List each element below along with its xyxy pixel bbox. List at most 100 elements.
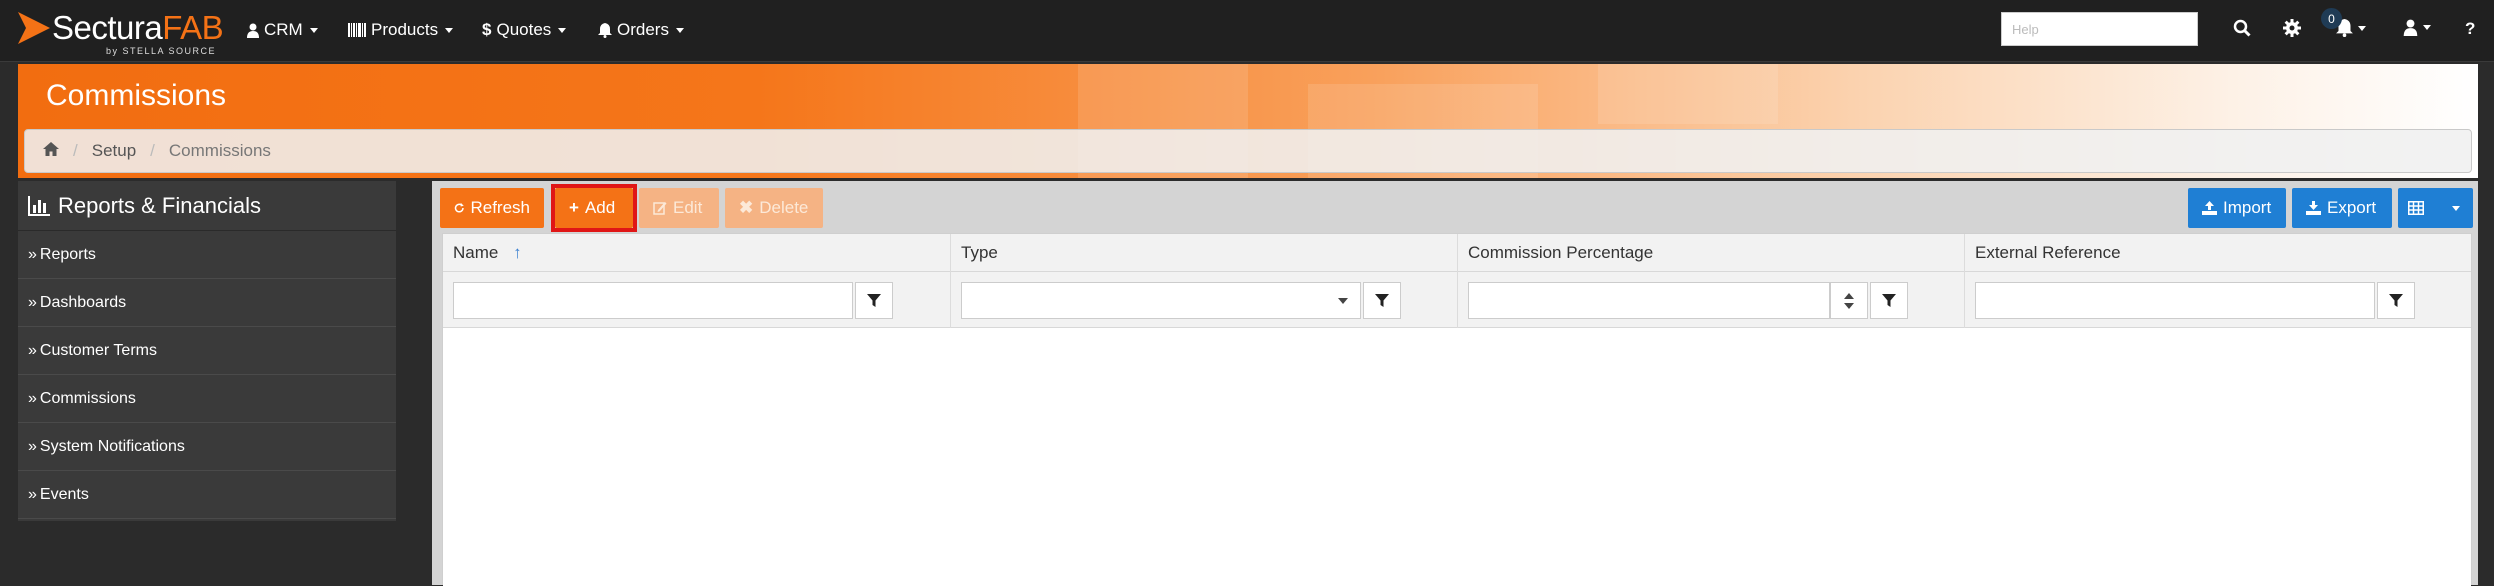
grid-toolbar: Refresh + Add Edit ✖ Delete Import Expor… bbox=[440, 184, 2474, 232]
filter-cell-type bbox=[951, 272, 1458, 328]
external-reference-filter-button[interactable] bbox=[2377, 282, 2415, 319]
nav-orders-label: Orders bbox=[617, 20, 669, 39]
column-header-label: Type bbox=[961, 243, 998, 262]
nav-quotes[interactable]: $ Quotes bbox=[482, 20, 567, 40]
commission-percentage-filter-input[interactable] bbox=[1468, 282, 1830, 319]
chevron-down-icon bbox=[445, 27, 454, 33]
type-filter-button[interactable] bbox=[1363, 282, 1401, 319]
bar-chart-icon bbox=[28, 195, 50, 216]
table-icon bbox=[2408, 201, 2424, 215]
logo-arrow-icon bbox=[18, 12, 50, 44]
double-chevron-right-icon: » bbox=[28, 341, 37, 359]
home-link[interactable] bbox=[43, 141, 59, 161]
user-menu-button[interactable] bbox=[2403, 19, 2431, 36]
nav-products[interactable]: Products bbox=[348, 20, 454, 40]
download-icon bbox=[2306, 201, 2321, 215]
search-button[interactable] bbox=[2233, 19, 2251, 37]
breadcrumb-setup[interactable]: Setup bbox=[92, 141, 136, 161]
filter-icon bbox=[1882, 293, 1896, 307]
name-filter-input[interactable] bbox=[453, 282, 853, 319]
double-chevron-right-icon: » bbox=[28, 485, 37, 503]
barcode-icon bbox=[348, 23, 366, 37]
column-chooser-button[interactable] bbox=[2398, 188, 2473, 228]
breadcrumb-separator: / bbox=[150, 141, 155, 160]
column-header-external-reference[interactable]: External Reference bbox=[1965, 234, 2471, 272]
export-button[interactable]: Export bbox=[2292, 188, 2392, 228]
nav-quotes-label: Quotes bbox=[496, 20, 552, 39]
upload-icon bbox=[2202, 201, 2217, 215]
sidebar-title: Reports & Financials bbox=[58, 192, 261, 218]
brand-logo[interactable]: SecturaFAB by STELLA SOURCE bbox=[18, 10, 224, 56]
settings-button[interactable] bbox=[2283, 19, 2301, 37]
search-icon bbox=[2233, 19, 2251, 37]
commission-percentage-filter-button[interactable] bbox=[1870, 282, 1908, 319]
name-filter-button[interactable] bbox=[855, 282, 893, 319]
numeric-spinner[interactable] bbox=[1830, 282, 1868, 319]
sidebar-item-customer-terms[interactable]: » Customer Terms bbox=[18, 327, 396, 375]
sidebar-header: Reports & Financials bbox=[18, 181, 396, 231]
breadcrumb-separator: / bbox=[73, 141, 78, 160]
sidebar-item-reports[interactable]: » Reports bbox=[18, 231, 396, 279]
add-button-highlight bbox=[551, 184, 637, 232]
sidebar-item-commissions[interactable]: » Commissions bbox=[18, 375, 396, 423]
refresh-icon bbox=[454, 202, 464, 213]
nav-crm-label: CRM bbox=[264, 20, 303, 39]
column-header-label: Name bbox=[453, 243, 499, 262]
column-header-label: Commission Percentage bbox=[1468, 243, 1654, 262]
delete-button[interactable]: ✖ Delete bbox=[725, 188, 823, 228]
delete-label: Delete bbox=[759, 198, 809, 217]
user-icon bbox=[247, 23, 259, 38]
nav-crm[interactable]: CRM bbox=[247, 20, 318, 40]
column-header-commission-percentage[interactable]: Commission Percentage bbox=[1458, 234, 1965, 272]
edit-label: Edit bbox=[673, 198, 703, 217]
sidebar-item-label: Events bbox=[39, 485, 89, 503]
commissions-grid: Name ↑ Type Commission Percentage Extern… bbox=[442, 233, 2472, 586]
refresh-label: Refresh bbox=[470, 198, 530, 217]
double-chevron-right-icon: » bbox=[28, 245, 37, 263]
export-label: Export bbox=[2327, 198, 2377, 217]
nav-products-label: Products bbox=[371, 20, 439, 39]
notification-count-badge: 0 bbox=[2321, 8, 2342, 29]
help-label: ? bbox=[2465, 19, 2476, 38]
sidebar-item-events[interactable]: » Events bbox=[18, 471, 396, 519]
chevron-down-icon bbox=[2358, 25, 2366, 31]
chevron-down-icon bbox=[2423, 25, 2431, 30]
grid-body-empty bbox=[443, 328, 2471, 586]
breadcrumb: / Setup / Commissions bbox=[24, 129, 2472, 173]
sidebar-item-dashboards[interactable]: » Dashboards bbox=[18, 279, 396, 327]
external-reference-filter-input[interactable] bbox=[1975, 282, 2375, 319]
type-filter-select[interactable] bbox=[961, 282, 1361, 319]
breadcrumb-current: Commissions bbox=[168, 141, 271, 160]
column-header-name[interactable]: Name ↑ bbox=[443, 234, 951, 272]
column-header-label: External Reference bbox=[1975, 243, 2121, 262]
double-chevron-right-icon: » bbox=[28, 437, 37, 455]
dropdown-arrow-icon bbox=[1338, 298, 1348, 304]
home-icon bbox=[43, 142, 59, 156]
bell-icon bbox=[598, 22, 612, 38]
filter-cell-commission-percentage bbox=[1458, 272, 1965, 328]
help-search-input[interactable] bbox=[2001, 12, 2198, 46]
filter-icon bbox=[2389, 293, 2403, 307]
refresh-button[interactable]: Refresh bbox=[440, 188, 544, 228]
sidebar-item-label: Reports bbox=[39, 245, 96, 263]
gear-icon bbox=[2283, 19, 2301, 37]
close-icon: ✖ bbox=[739, 198, 754, 217]
nav-orders[interactable]: Orders bbox=[598, 20, 684, 40]
import-button[interactable]: Import bbox=[2188, 188, 2286, 228]
edit-button[interactable]: Edit bbox=[639, 188, 719, 228]
brand-name: SecturaFAB bbox=[52, 9, 224, 46]
column-header-type[interactable]: Type bbox=[951, 234, 1458, 272]
chevron-down-icon bbox=[558, 27, 567, 33]
spinner-down-icon[interactable] bbox=[1844, 302, 1854, 309]
page-title: Commissions bbox=[46, 79, 227, 112]
user-icon bbox=[2403, 19, 2418, 36]
import-label: Import bbox=[2223, 198, 2272, 217]
sidebar-item-system-notifications[interactable]: » System Notifications bbox=[18, 423, 396, 471]
chevron-down-icon bbox=[309, 27, 318, 33]
dollar-icon: $ bbox=[482, 20, 492, 39]
spinner-up-icon[interactable] bbox=[1844, 292, 1854, 299]
filter-cell-name bbox=[443, 272, 951, 328]
sidebar-item-label: System Notifications bbox=[39, 437, 185, 455]
help-button[interactable]: ? bbox=[2465, 19, 2475, 39]
sidebar-item-label: Customer Terms bbox=[39, 341, 157, 359]
